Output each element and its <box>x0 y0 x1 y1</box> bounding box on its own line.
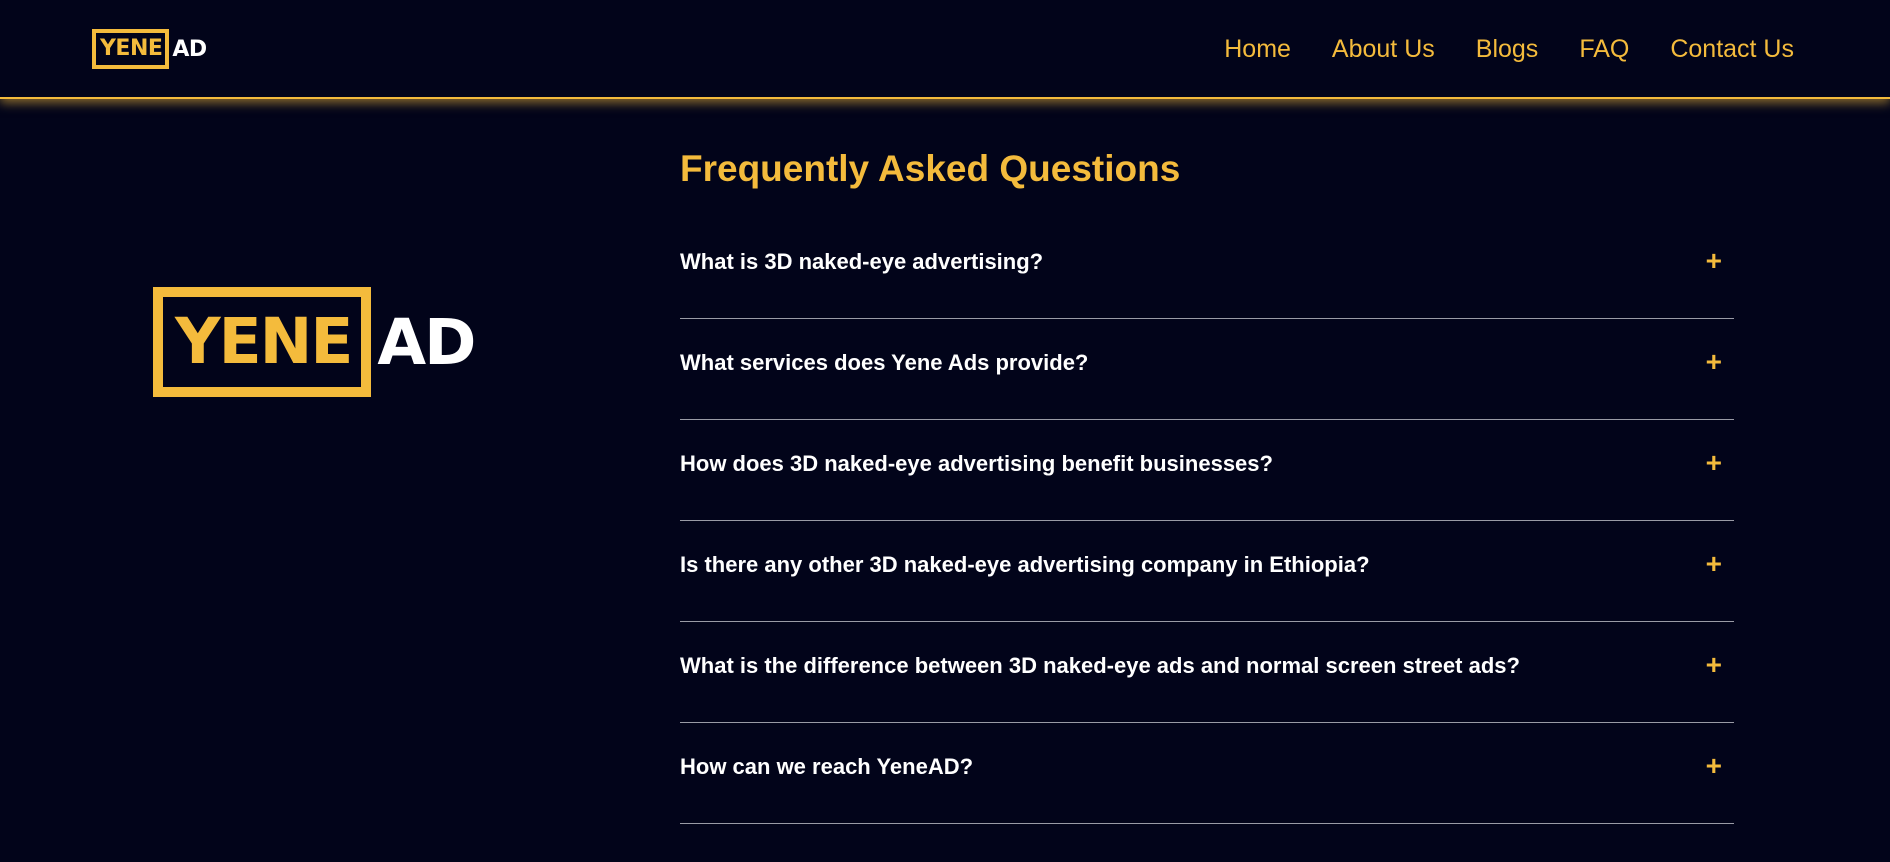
faq-question: What services does Yene Ads provide? <box>680 350 1089 375</box>
faq-question: Is there any other 3D naked-eye advertis… <box>680 552 1370 577</box>
faq-question: What is the difference between 3D naked-… <box>680 653 1520 678</box>
hero-logo: YENE AD <box>153 287 476 397</box>
plus-icon[interactable]: + <box>1706 448 1722 478</box>
logo-boxed-text: YENE <box>92 29 170 69</box>
faq-item[interactable]: How does 3D naked-eye advertising benefi… <box>680 420 1734 521</box>
faq-title: Frequently Asked Questions <box>680 148 1181 189</box>
faq-item[interactable]: How can we reach YeneAD? + <box>680 723 1734 824</box>
site-header: YENE AD Home About Us Blogs FAQ Contact … <box>0 0 1890 99</box>
main-nav: Home About Us Blogs FAQ Contact Us <box>1183 34 1794 64</box>
plus-icon[interactable]: + <box>1706 347 1722 377</box>
nav-blogs[interactable]: Blogs <box>1476 34 1539 64</box>
plus-icon[interactable]: + <box>1706 246 1722 276</box>
faq-item[interactable]: What is the difference between 3D naked-… <box>680 622 1734 723</box>
nav-about-us[interactable]: About Us <box>1332 34 1435 64</box>
plus-icon[interactable]: + <box>1706 549 1722 579</box>
faq-list: What is 3D naked-eye advertising? + What… <box>680 218 1734 824</box>
header-logo[interactable]: YENE AD <box>92 29 207 69</box>
nav-contact-us[interactable]: Contact Us <box>1670 34 1794 64</box>
hero-logo-boxed-text: YENE <box>153 287 372 397</box>
faq-item[interactable]: What services does Yene Ads provide? + <box>680 319 1734 420</box>
nav-home[interactable]: Home <box>1224 34 1291 64</box>
faq-question: What is 3D naked-eye advertising? <box>680 249 1044 274</box>
faq-item[interactable]: Is there any other 3D naked-eye advertis… <box>680 521 1734 622</box>
faq-question: How can we reach YeneAD? <box>680 754 974 779</box>
hero-logo-ad-text: AD <box>377 305 476 379</box>
logo-ad-text: AD <box>172 36 207 62</box>
faq-question: How does 3D naked-eye advertising benefi… <box>680 451 1273 476</box>
faq-item[interactable]: What is 3D naked-eye advertising? + <box>680 218 1734 319</box>
nav-faq[interactable]: FAQ <box>1579 34 1629 64</box>
plus-icon[interactable]: + <box>1706 650 1722 680</box>
plus-icon[interactable]: + <box>1706 751 1722 781</box>
